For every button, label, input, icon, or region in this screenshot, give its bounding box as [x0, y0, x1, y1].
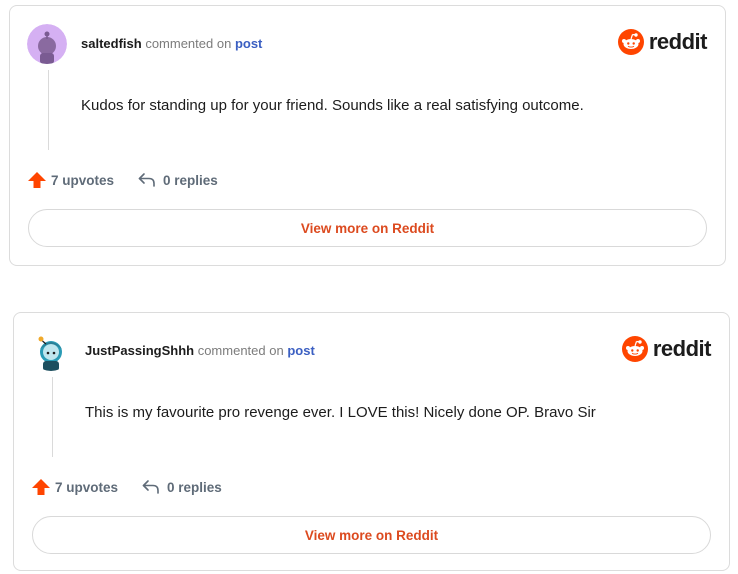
comment-header: JustPassingShhh commented on post [85, 343, 315, 358]
reddit-snoo-icon [621, 336, 648, 362]
comment-footer: 7 upvotes 0 replies [31, 477, 222, 497]
reddit-wordmark: reddit [652, 336, 712, 361]
reply-arrow-icon [138, 173, 155, 187]
thread-line [52, 377, 53, 457]
view-more-button[interactable]: View more on Reddit [28, 209, 707, 247]
username[interactable]: JustPassingShhh [85, 343, 194, 358]
upvote-arrow-icon [32, 479, 50, 495]
thread-line [48, 70, 49, 150]
replies-count: 0 replies [167, 479, 222, 495]
reply-arrow-icon [142, 480, 159, 494]
user-avatar-icon[interactable] [27, 24, 67, 64]
comment-header: saltedfish commented on post [81, 36, 262, 51]
post-link[interactable]: post [287, 343, 314, 358]
reddit-snoo-icon [617, 29, 644, 55]
username[interactable]: saltedfish [81, 36, 142, 51]
reddit-logo[interactable]: reddit [621, 336, 712, 362]
commented-on-text: commented on [145, 36, 232, 51]
upvotes-count: 7 upvotes [55, 479, 119, 495]
commented-on-text: commented on [197, 343, 284, 358]
upvotes[interactable]: 7 upvotes [27, 170, 114, 190]
upvote-arrow-icon [28, 172, 46, 188]
comment-card: JustPassingShhh commented on post reddit… [13, 312, 730, 571]
replies[interactable]: 0 replies [138, 172, 218, 188]
reddit-logo[interactable]: reddit [617, 29, 708, 55]
comment-body: Kudos for standing up for your friend. S… [81, 97, 584, 114]
user-avatar-icon[interactable] [31, 331, 71, 371]
comment-card: saltedfish commented on post reddit Kudo… [9, 5, 726, 266]
upvotes-count: 7 upvotes [51, 172, 115, 188]
view-more-button[interactable]: View more on Reddit [32, 516, 711, 554]
replies-count: 0 replies [163, 172, 218, 188]
comment-body: This is my favourite pro revenge ever. I… [85, 404, 596, 421]
reddit-wordmark: reddit [648, 29, 708, 54]
comment-footer: 7 upvotes 0 replies [27, 170, 218, 190]
post-link[interactable]: post [235, 36, 262, 51]
replies[interactable]: 0 replies [142, 479, 222, 495]
upvotes[interactable]: 7 upvotes [31, 477, 118, 497]
